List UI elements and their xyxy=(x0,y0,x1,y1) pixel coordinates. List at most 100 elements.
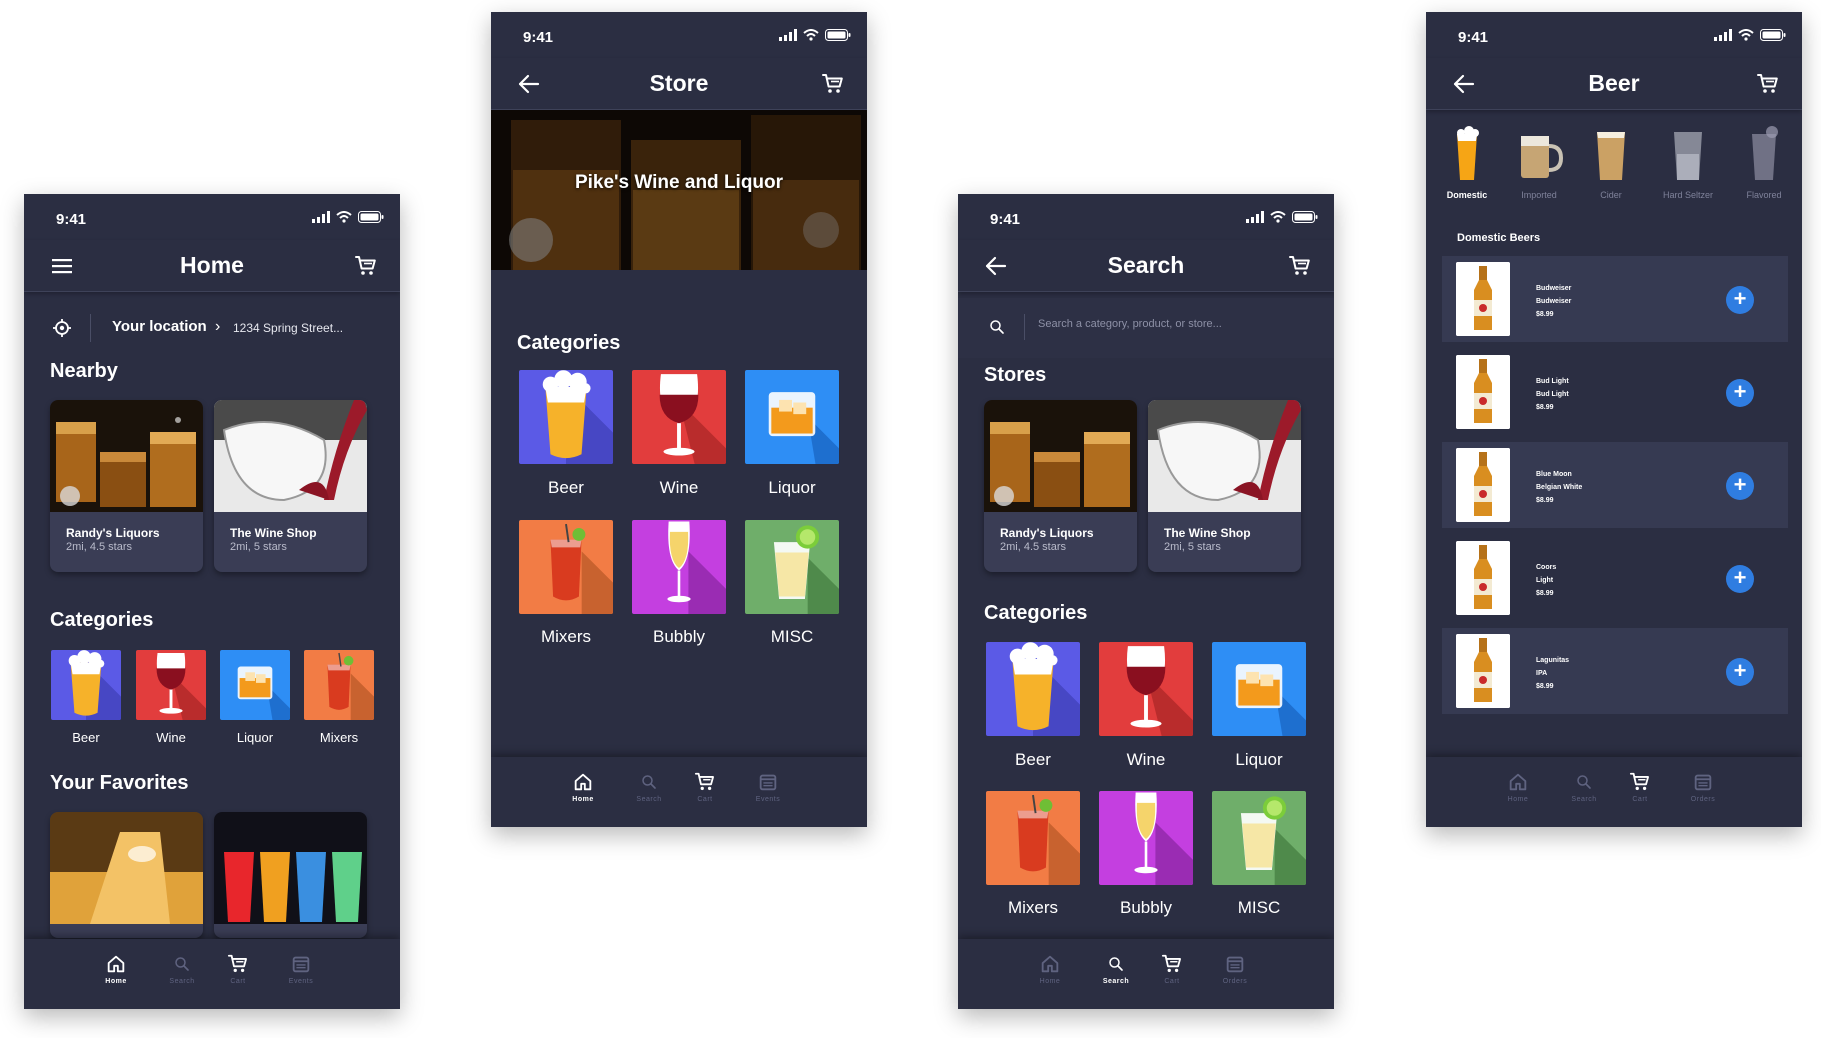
bubbly-category-icon[interactable] xyxy=(1099,791,1193,885)
beer-bottle-image xyxy=(1456,634,1510,708)
beer-item-row[interactable]: Blue Moon Belgian White $8.99 + xyxy=(1442,442,1788,528)
beer-screen: 9:41 Beer Domestic Imported Cider Hard S… xyxy=(1426,12,1802,827)
store-meta: 2mi, 5 stars xyxy=(230,541,287,553)
liquor-category-icon[interactable] xyxy=(745,370,839,464)
mixers-category-icon[interactable] xyxy=(519,520,613,614)
tab-label: Search xyxy=(636,796,662,803)
beer-item-row[interactable]: Coors Light $8.99 + xyxy=(1442,535,1788,621)
beer-item-row[interactable]: Budweiser Budweiser $8.99 + xyxy=(1442,256,1788,342)
misc-category-icon[interactable] xyxy=(1212,791,1306,885)
category-label: Bubbly xyxy=(653,627,705,646)
favorite-card[interactable] xyxy=(214,812,367,938)
tab-label: Home xyxy=(105,978,127,985)
status-time: 9:41 xyxy=(990,211,1021,228)
tab-cart[interactable]: Cart xyxy=(208,953,268,985)
subcategory-hard-seltzer[interactable]: Hard Seltzer xyxy=(1653,124,1723,200)
store-card[interactable]: The Wine Shop 2mi, 5 stars xyxy=(214,400,367,572)
store-image-liquor xyxy=(50,400,203,512)
divider xyxy=(1024,314,1025,340)
chevron-right-icon: › xyxy=(215,318,221,335)
add-to-cart-button[interactable]: + xyxy=(1726,658,1754,686)
subcategory-domestic[interactable]: Domestic xyxy=(1432,124,1502,200)
tab-home[interactable]: Home xyxy=(553,771,613,803)
mixers-category-icon[interactable] xyxy=(304,650,374,720)
beer-name: IPA xyxy=(1536,670,1548,677)
favorite-card[interactable] xyxy=(50,812,203,938)
store-card[interactable]: Randy's Liquors 2mi, 4.5 stars xyxy=(984,400,1137,572)
tab-events[interactable]: Events xyxy=(738,771,798,803)
subcategory-imported[interactable]: Imported xyxy=(1504,124,1574,200)
tab-search[interactable]: Search xyxy=(152,953,212,985)
tab-search[interactable]: Search xyxy=(1554,771,1614,803)
misc-category-icon[interactable] xyxy=(745,520,839,614)
nav-bar: Beer xyxy=(1426,58,1802,110)
tab-search[interactable]: Search xyxy=(1086,953,1146,985)
beer-brand: Lagunitas xyxy=(1536,657,1570,664)
page-title: Home xyxy=(180,252,244,278)
tab-label: Cart xyxy=(230,978,246,985)
tab-home[interactable]: Home xyxy=(86,953,146,985)
tab-home[interactable]: Home xyxy=(1488,771,1548,803)
home-icon xyxy=(572,771,594,793)
beer-item-text: Blue Moon Belgian White $8.99 xyxy=(1536,468,1582,507)
wine-category-icon[interactable] xyxy=(632,370,726,464)
beer-item-row[interactable]: Lagunitas IPA $8.99 + xyxy=(1442,628,1788,714)
bubbly-category-icon[interactable] xyxy=(632,520,726,614)
add-to-cart-button[interactable]: + xyxy=(1726,472,1754,500)
cart-icon[interactable] xyxy=(821,72,845,96)
tab-cart[interactable]: Cart xyxy=(1610,771,1670,803)
tab-search[interactable]: Search xyxy=(619,771,679,803)
category-label: Wine xyxy=(659,478,699,497)
subcategory-label: Imported xyxy=(1521,190,1557,200)
orders-icon xyxy=(1224,953,1246,975)
mixers-category-icon[interactable] xyxy=(986,791,1080,885)
cart-icon[interactable] xyxy=(354,254,378,278)
tab-orders[interactable]: Orders xyxy=(1205,953,1265,985)
add-to-cart-button[interactable]: + xyxy=(1726,379,1754,407)
search-input[interactable] xyxy=(1038,318,1308,330)
cart-icon xyxy=(227,953,249,975)
beer-category-icon[interactable] xyxy=(986,642,1080,736)
liquor-category-icon[interactable] xyxy=(220,650,290,720)
store-card[interactable]: The Wine Shop 2mi, 5 stars xyxy=(1148,400,1301,572)
home-icon xyxy=(105,953,127,975)
wine-category-icon[interactable] xyxy=(1099,642,1193,736)
add-to-cart-button[interactable]: + xyxy=(1726,286,1754,314)
wifi-icon xyxy=(803,29,819,41)
tab-label: Home xyxy=(1039,978,1061,985)
tab-cart[interactable]: Cart xyxy=(1142,953,1202,985)
wine-category-icon[interactable] xyxy=(136,650,206,720)
battery-icon xyxy=(1292,211,1318,223)
tab-bar: Home Search Cart Orders xyxy=(958,939,1334,1009)
status-time: 9:41 xyxy=(1458,29,1489,46)
beer-item-row[interactable]: Bud Light Bud Light $8.99 + xyxy=(1442,349,1788,435)
liquor-category-icon[interactable] xyxy=(1212,642,1306,736)
tab-events[interactable]: Events xyxy=(271,953,331,985)
beer-category-icon[interactable] xyxy=(51,650,121,720)
location-row[interactable]: Your location › 1234 Spring Street... xyxy=(24,298,400,360)
tab-orders[interactable]: Orders xyxy=(1673,771,1733,803)
subcategory-cider[interactable]: Cider xyxy=(1576,124,1646,200)
battery-icon xyxy=(358,211,384,223)
status-time: 9:41 xyxy=(56,211,87,228)
battery-icon xyxy=(1760,29,1786,41)
store-card[interactable]: Randy's Liquors 2mi, 4.5 stars xyxy=(50,400,203,572)
cider-glass-icon xyxy=(1597,132,1625,180)
tab-cart[interactable]: Cart xyxy=(675,771,735,803)
status-time: 9:41 xyxy=(523,29,554,46)
beer-brand: Coors xyxy=(1536,564,1557,571)
add-to-cart-button[interactable]: + xyxy=(1726,565,1754,593)
category-label: Mixers xyxy=(1007,898,1059,917)
nav-bar: Search xyxy=(958,240,1334,292)
category-label: Liquor xyxy=(1235,750,1283,769)
nav-bar: Store xyxy=(491,58,867,110)
search-bar xyxy=(958,298,1334,358)
subcategory-flavored[interactable]: Flavored xyxy=(1729,124,1799,200)
home-icon xyxy=(1039,953,1061,975)
tab-home[interactable]: Home xyxy=(1020,953,1080,985)
tab-label: Search xyxy=(1571,796,1597,803)
nav-bar: Home xyxy=(24,240,400,292)
beer-category-icon[interactable] xyxy=(519,370,613,464)
cart-icon[interactable] xyxy=(1756,72,1780,96)
cart-icon[interactable] xyxy=(1288,254,1312,278)
